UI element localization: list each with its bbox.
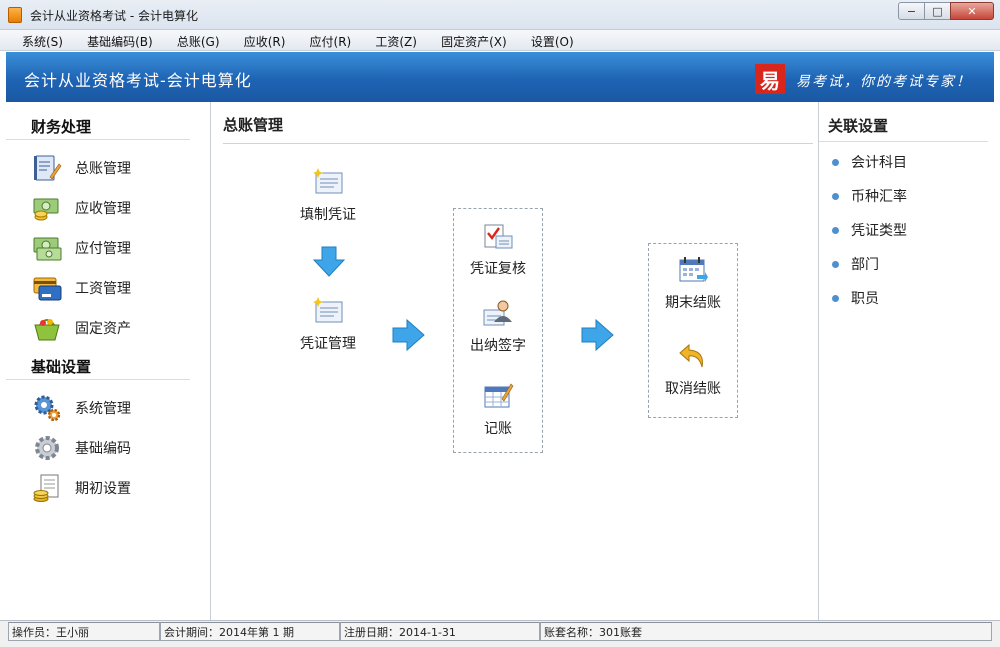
- status-period: 会计期间：2014年第 1 期: [160, 622, 340, 641]
- menu-payable[interactable]: 应付(R): [300, 30, 362, 50]
- nav-base-coding[interactable]: 基础编码: [31, 428, 210, 468]
- gear-icon: [31, 433, 63, 463]
- ledger-flow-panel: 总账管理 填制凭证 凭证管理 凭证复核 出纳签字 记账 期末结账 取消结账: [211, 102, 818, 620]
- asset-basket-icon: [31, 313, 63, 343]
- nav-opening-setup[interactable]: 期初设置: [31, 468, 210, 508]
- flow-label: 凭证管理: [300, 336, 356, 352]
- menu-fixed-assets[interactable]: 固定资产(X): [431, 30, 517, 50]
- arrow-down-icon: [312, 246, 346, 277]
- flow-label: 取消结账: [665, 381, 721, 397]
- voucher-manage-icon: [311, 295, 345, 327]
- related-item-label: 部门: [851, 257, 879, 273]
- maximize-button[interactable]: □: [924, 2, 951, 20]
- nav-fixed-assets[interactable]: 固定资产: [31, 308, 210, 348]
- undo-arrow-icon: [676, 340, 710, 372]
- review-voucher-button[interactable]: 凭证复核: [461, 220, 535, 278]
- window-title: 会计从业资格考试 - 会计电算化: [30, 9, 198, 23]
- arrow-right-icon: [581, 319, 614, 351]
- calendar-icon: [676, 254, 710, 286]
- menu-salary[interactable]: 工资(Z): [365, 30, 427, 50]
- brand-slogan: 易考试，你的考试专家！: [796, 74, 972, 90]
- related-item-label: 会计科目: [851, 155, 907, 171]
- menu-general-ledger[interactable]: 总账(G): [167, 30, 230, 50]
- receivable-icon: [31, 193, 63, 223]
- related-item-department[interactable]: 部门: [819, 247, 994, 281]
- nav-label: 固定资产: [75, 321, 131, 337]
- bullet-icon: [832, 158, 839, 166]
- salary-card-icon: [31, 273, 63, 303]
- post-ledger-button[interactable]: 记账: [461, 380, 535, 438]
- related-item-label: 职员: [851, 291, 879, 307]
- nav-label: 应收管理: [75, 201, 131, 217]
- bullet-icon: [832, 294, 839, 302]
- status-reg-date: 注册日期：2014-1-31: [340, 622, 540, 641]
- related-settings-list: 会计科目 币种汇率 凭证类型 部门 职员: [819, 142, 994, 315]
- finance-section-title: 财务处理: [6, 114, 190, 140]
- menu-settings[interactable]: 设置(O): [521, 30, 584, 50]
- related-item-employee[interactable]: 职员: [819, 281, 994, 315]
- flow-label: 记账: [484, 421, 512, 437]
- nav-label: 总账管理: [75, 161, 131, 177]
- nav-label: 系统管理: [75, 401, 131, 417]
- review-check-icon: [481, 220, 515, 252]
- nav-payable[interactable]: 应付管理: [31, 228, 210, 268]
- gears-icon: [31, 393, 63, 423]
- period-close-button[interactable]: 期末结账: [656, 254, 730, 312]
- flow-label: 填制凭证: [300, 207, 356, 223]
- app-icon: [8, 7, 22, 23]
- status-bar: 操作员：王小丽 会计期间：2014年第 1 期 注册日期：2014-1-31 账…: [0, 620, 1000, 647]
- nav-label: 基础编码: [75, 441, 131, 457]
- nav-label: 应付管理: [75, 241, 131, 257]
- menu-base-coding[interactable]: 基础编码(B): [77, 30, 163, 50]
- related-item-accounts[interactable]: 会计科目: [819, 145, 994, 179]
- flow-label: 期末结账: [665, 295, 721, 311]
- app-banner: 会计从业资格考试-会计电算化 易 易考试，你的考试专家！: [6, 52, 994, 102]
- menu-bar: 系统(S) 基础编码(B) 总账(G) 应收(R) 应付(R) 工资(Z) 固定…: [0, 30, 1000, 51]
- related-item-currency-rate[interactable]: 币种汇率: [819, 179, 994, 213]
- status-account-set: 账套名称：301账套: [540, 622, 992, 641]
- document-coins-icon: [31, 473, 63, 503]
- nav-system-management[interactable]: 系统管理: [31, 388, 210, 428]
- banner-title: 会计从业资格考试-会计电算化: [24, 71, 252, 90]
- menu-system[interactable]: 系统(S): [12, 30, 73, 50]
- arrow-right-icon: [392, 319, 425, 351]
- finance-nav-list: 总账管理 应收管理 应付管理 工资管理 固定资产: [6, 140, 210, 354]
- status-operator: 操作员：王小丽: [8, 622, 160, 641]
- related-settings-title: 关联设置: [819, 102, 988, 142]
- close-button[interactable]: ✕: [950, 2, 994, 20]
- nav-salary[interactable]: 工资管理: [31, 268, 210, 308]
- cancel-close-button[interactable]: 取消结账: [656, 340, 730, 398]
- nav-receivable[interactable]: 应收管理: [31, 188, 210, 228]
- flow-label: 出纳签字: [470, 338, 526, 354]
- flow-label: 凭证复核: [470, 261, 526, 277]
- menu-receivable[interactable]: 应收(R): [234, 30, 296, 50]
- fill-voucher-button[interactable]: 填制凭证: [291, 166, 365, 224]
- nav-general-ledger[interactable]: 总账管理: [31, 148, 210, 188]
- cashier-person-icon: [481, 297, 515, 329]
- related-item-label: 币种汇率: [851, 189, 907, 205]
- post-ledger-icon: [481, 380, 515, 412]
- title-bar: 会计从业资格考试 - 会计电算化 − □ ✕: [0, 0, 1000, 30]
- bullet-icon: [832, 260, 839, 268]
- bullet-icon: [832, 192, 839, 200]
- nav-label: 期初设置: [75, 481, 131, 497]
- window-controls: − □ ✕: [898, 2, 994, 20]
- related-item-voucher-type[interactable]: 凭证类型: [819, 213, 994, 247]
- panel-title: 总账管理: [223, 116, 284, 134]
- cashier-sign-button[interactable]: 出纳签字: [461, 297, 535, 355]
- title-divider: [223, 143, 813, 144]
- manage-voucher-button[interactable]: 凭证管理: [291, 295, 365, 353]
- related-item-label: 凭证类型: [851, 223, 907, 239]
- related-settings-panel: 关联设置 会计科目 币种汇率 凭证类型 部门 职员: [818, 102, 994, 620]
- nav-label: 工资管理: [75, 281, 131, 297]
- base-nav-list: 系统管理 基础编码 期初设置: [6, 380, 210, 514]
- left-nav-panel: 财务处理 总账管理 应收管理 应付管理 工资管理 固定资产 基础设置 系统管理 …: [6, 102, 211, 620]
- minimize-button[interactable]: −: [898, 2, 925, 20]
- base-section-title: 基础设置: [6, 354, 190, 380]
- payable-icon: [31, 233, 63, 263]
- ledger-icon: [31, 153, 63, 183]
- bullet-icon: [832, 226, 839, 234]
- new-voucher-icon: [311, 166, 345, 198]
- brand-logo-icon: 易: [755, 64, 785, 94]
